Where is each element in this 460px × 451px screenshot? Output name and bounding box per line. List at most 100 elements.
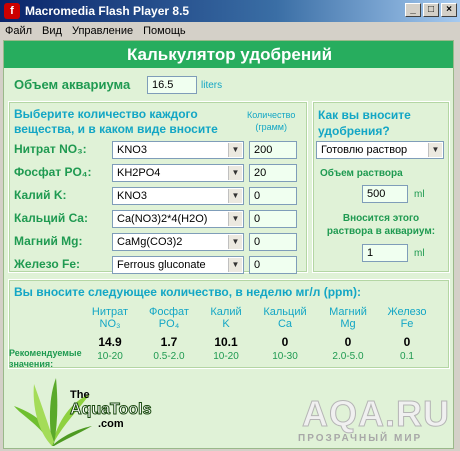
result-sub: NO₃ [99, 318, 121, 330]
page-title: Калькулятор удобрений [4, 41, 453, 68]
result-col-iron: Железо Fe 0 0.1 [382, 306, 432, 363]
solution-volume-input[interactable]: 500 [362, 185, 408, 203]
result-value: 1.7 [160, 335, 178, 349]
calcium-form-value: Ca(NO3)2*4(H2O) [117, 213, 208, 225]
chevron-down-icon[interactable]: ▼ [228, 166, 242, 180]
result-sub: Mg [340, 318, 356, 330]
watermark-logo: AQA.RU [302, 393, 450, 435]
iron-label: Железо Fe: [14, 257, 80, 271]
watermark-subtitle: ПРОЗРАЧНЫЙ МИР [298, 433, 423, 444]
method-select[interactable]: Готовлю раствор ▼ [316, 141, 444, 159]
menu-help[interactable]: Помощь [138, 25, 191, 37]
magnesium-label: Магний Mg: [14, 234, 83, 248]
logo-line1: The [70, 389, 90, 401]
magnesium-form-value: CaMg(CO3)2 [117, 236, 183, 248]
iron-form-select[interactable]: Ferrous gluconate ▼ [112, 256, 244, 274]
nitrate-qty-input[interactable]: 200 [249, 141, 297, 159]
result-range: 0.1 [400, 351, 414, 362]
maximize-button[interactable]: □ [423, 3, 439, 17]
method-title-line2: удобрения? [318, 124, 390, 138]
potassium-label: Калий K: [14, 188, 67, 202]
result-name: Магний [329, 306, 367, 318]
dose-label-line2: раствора в аквариум: [326, 226, 436, 237]
potassium-qty-input[interactable]: 0 [249, 187, 297, 205]
dose-label-line1: Вносится этого [342, 213, 420, 224]
iron-form-value: Ferrous gluconate [117, 259, 206, 271]
result-range: 10-20 [213, 351, 239, 362]
aquarium-volume-unit: liters [201, 80, 223, 91]
aquarium-volume-label: Объем аквариума [14, 77, 131, 92]
nitrate-label: Нитрат NO₃: [14, 142, 87, 156]
method-title-line1: Как вы вносите [318, 108, 411, 122]
dose-unit: ml [414, 248, 425, 259]
chevron-down-icon[interactable]: ▼ [228, 235, 242, 249]
substances-title-line1: Выберите количество каждого [14, 107, 198, 121]
menu-control[interactable]: Управление [67, 25, 138, 37]
result-range: 0.5-2.0 [153, 351, 185, 362]
recommended-label-line2: значения: [9, 359, 54, 369]
chevron-down-icon[interactable]: ▼ [228, 143, 242, 157]
result-name: Железо [387, 306, 427, 318]
magnesium-form-select[interactable]: CaMg(CO3)2 ▼ [112, 233, 244, 251]
flash-icon: f [4, 3, 20, 19]
menu-view[interactable]: Вид [37, 25, 67, 37]
nitrate-form-select[interactable]: KNO3 ▼ [112, 141, 244, 159]
qty-header-line2: (грамм) [255, 122, 287, 132]
result-value: 0 [403, 335, 411, 349]
substances-title-line2: вещества, и в каком виде вносите [14, 122, 218, 136]
logo-line2: AquaTools [69, 401, 152, 419]
result-value: 10.1 [214, 335, 238, 349]
menu-file[interactable]: Файл [0, 25, 37, 37]
result-name: Калий [210, 306, 242, 318]
result-col-potassium: Калий K 10.1 10-20 [204, 306, 248, 363]
minimize-button[interactable]: _ [405, 3, 421, 17]
chevron-down-icon[interactable]: ▼ [228, 258, 242, 272]
calcium-qty-input[interactable]: 0 [249, 210, 297, 228]
result-name: Кальций [263, 306, 307, 318]
logo-text: The AquaTools .com [69, 389, 152, 430]
dose-input[interactable]: 1 [362, 244, 408, 262]
phosphate-label: Фосфат PO₄: [14, 165, 92, 179]
result-col-nitrate: Нитрат NO₃ 14.9 10-20 [88, 306, 132, 363]
magnesium-qty-input[interactable]: 0 [249, 233, 297, 251]
potassium-form-select[interactable]: KNO3 ▼ [112, 187, 244, 205]
logo-line3: .com [98, 418, 124, 430]
result-value: 0 [344, 335, 352, 349]
result-col-phosphate: Фосфат PO₄ 1.7 0.5-2.0 [144, 306, 194, 363]
result-col-magnesium: Магний Mg 0 2.0-5.0 [322, 306, 374, 363]
phosphate-form-select[interactable]: KH2PO4 ▼ [112, 164, 244, 182]
solution-volume-label: Объем раствора [320, 168, 403, 179]
result-sub: Ca [277, 318, 293, 330]
result-range: 2.0-5.0 [332, 351, 364, 362]
potassium-form-value: KNO3 [117, 190, 147, 202]
close-button[interactable]: × [441, 3, 457, 17]
calcium-label: Кальций Ca: [14, 211, 88, 225]
result-value: 0 [281, 335, 289, 349]
method-select-value: Готовлю раствор [321, 144, 408, 156]
menu-bar: Файл Вид Управление Помощь [0, 22, 460, 40]
chevron-down-icon[interactable]: ▼ [228, 189, 242, 203]
recommended-label-line1: Рекомендуемые [9, 348, 82, 358]
result-sub: K [222, 318, 230, 330]
nitrate-form-value: KNO3 [117, 144, 147, 156]
phosphate-qty-input[interactable]: 20 [249, 164, 297, 182]
result-name: Фосфат [149, 306, 189, 318]
solution-volume-unit: ml [414, 189, 425, 200]
results-title: Вы вносите следующее количество, в недел… [14, 285, 362, 299]
chevron-down-icon[interactable]: ▼ [428, 143, 442, 157]
calcium-form-select[interactable]: Ca(NO3)2*4(H2O) ▼ [112, 210, 244, 228]
result-range: 10-30 [272, 351, 298, 362]
window-titlebar[interactable]: f Macromedia Flash Player 8.5 _ □ × [0, 0, 460, 22]
phosphate-form-value: KH2PO4 [117, 167, 161, 179]
result-sub: Fe [400, 318, 414, 330]
result-value: 14.9 [98, 335, 122, 349]
chevron-down-icon[interactable]: ▼ [228, 212, 242, 226]
result-range: 10-20 [97, 351, 123, 362]
iron-qty-input[interactable]: 0 [249, 256, 297, 274]
qty-header-line1: Количество [247, 110, 296, 120]
result-name: Нитрат [91, 306, 129, 318]
flash-stage: Калькулятор удобрений Объем аквариума 16… [3, 40, 454, 449]
aquarium-volume-input[interactable]: 16.5 [147, 76, 197, 94]
result-sub: PO₄ [158, 318, 180, 330]
window-title: Macromedia Flash Player 8.5 [25, 4, 190, 18]
